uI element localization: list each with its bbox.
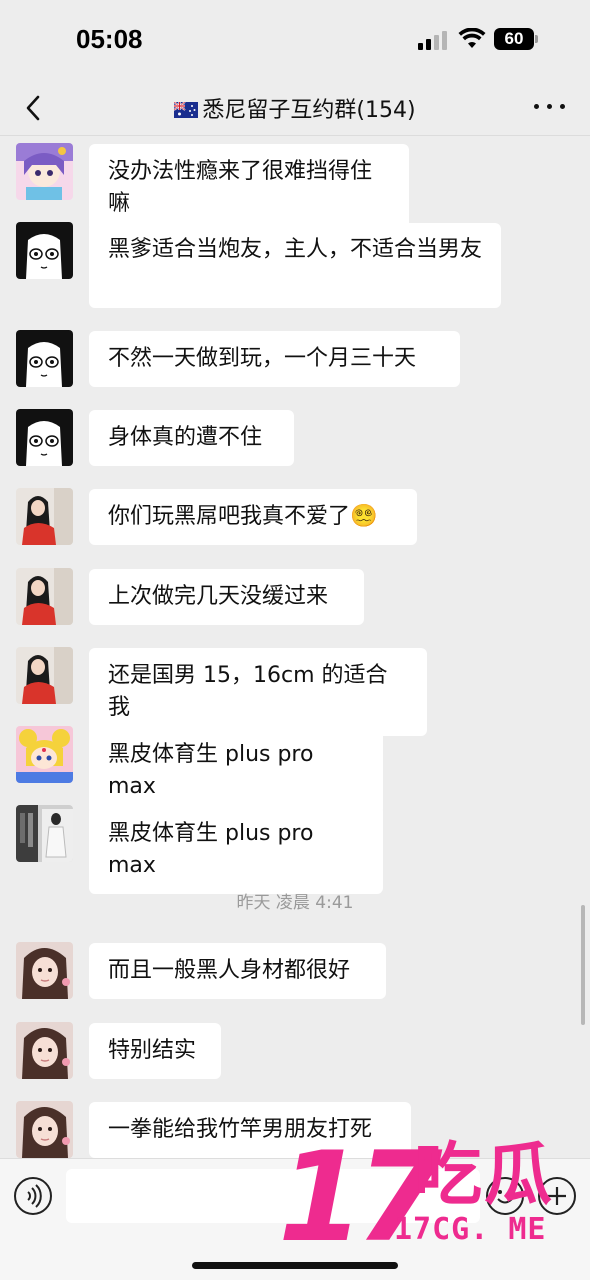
selfie-girl-avatar[interactable] bbox=[16, 942, 73, 999]
message-bubble[interactable]: 特别结实 bbox=[89, 1023, 221, 1079]
message-bubble[interactable]: 黑皮体育生 plus pro max bbox=[89, 806, 383, 894]
message-text: 还是国男 15，16cm 的适合我 bbox=[108, 663, 388, 720]
dizzy-face-emoji: 😵‍💫 bbox=[350, 504, 378, 529]
watermark-domain: 17CG. ME bbox=[394, 1212, 547, 1247]
sailor-moon-avatar[interactable] bbox=[16, 726, 73, 783]
selfie-girl-avatar[interactable] bbox=[16, 1101, 73, 1158]
anime-purple-hair-avatar[interactable] bbox=[16, 143, 73, 200]
message-text: 而且一般黑人身材都很好 bbox=[108, 958, 351, 983]
message-bubble[interactable]: 还是国男 15，16cm 的适合我 bbox=[89, 648, 427, 736]
message-text: 黑皮体育生 plus pro max bbox=[108, 742, 314, 799]
message-text: 不然一天做到玩，一个月三十天 bbox=[108, 346, 417, 371]
more-options-icon[interactable] bbox=[532, 94, 568, 118]
message-bubble[interactable]: 黑皮体育生 plus pro max bbox=[89, 727, 383, 815]
battery-tip bbox=[535, 35, 538, 43]
message-text: 黑皮体育生 plus pro max bbox=[108, 821, 314, 878]
chat-title-wrap: 悉尼留子互约群(154) bbox=[0, 92, 590, 124]
voice-input-icon[interactable] bbox=[14, 1177, 52, 1215]
message-bubble[interactable]: 上次做完几天没缓过来 bbox=[89, 569, 364, 625]
message-bubble[interactable]: 黑爹适合当炮友，主人，不适合当男友 bbox=[89, 223, 501, 308]
message-text: 特别结实 bbox=[108, 1038, 197, 1063]
message-text: 黑爹适合当炮友，主人，不适合当男友 bbox=[108, 237, 483, 262]
red-dress-girl-avatar[interactable] bbox=[16, 647, 73, 704]
message-text: 没办法性瘾来了很难挡得住嘛 bbox=[108, 159, 373, 216]
battery-icon: 60 bbox=[494, 28, 534, 50]
status-bar: 05:08 60 bbox=[0, 0, 590, 80]
cellular-signal-icon bbox=[418, 30, 450, 50]
status-time: 05:08 bbox=[76, 24, 143, 54]
watermark-chinese: 吃瓜 bbox=[414, 1136, 555, 1215]
message-text: 上次做完几天没缓过来 bbox=[108, 584, 329, 609]
red-dress-girl-avatar[interactable] bbox=[16, 568, 73, 625]
message-bubble[interactable]: 而且一般黑人身材都很好 bbox=[89, 943, 386, 999]
red-dress-girl-avatar[interactable] bbox=[16, 488, 73, 545]
photo-wardrobe-avatar[interactable] bbox=[16, 805, 73, 862]
chat-title: 悉尼留子互约群(154) bbox=[202, 98, 416, 123]
message-bubble[interactable]: 身体真的遭不住 bbox=[89, 410, 294, 466]
nav-bar: 悉尼留子互约群(154) bbox=[0, 80, 590, 136]
time-separator: 昨天 凌晨 4:41 bbox=[236, 893, 354, 913]
manga-girl-avatar[interactable] bbox=[16, 409, 73, 466]
manga-girl-avatar[interactable] bbox=[16, 330, 73, 387]
scrollbar[interactable] bbox=[581, 905, 585, 1025]
manga-girl-avatar[interactable] bbox=[16, 222, 73, 279]
selfie-girl-avatar[interactable] bbox=[16, 1022, 73, 1079]
message-text: 身体真的遭不住 bbox=[108, 425, 263, 450]
message-bubble[interactable]: 不然一天做到玩，一个月三十天 bbox=[89, 331, 460, 387]
message-bubble[interactable]: 你们玩黑屌吧我真不爱了😵‍💫 bbox=[89, 489, 417, 545]
wifi-icon bbox=[458, 28, 486, 48]
australia-flag-icon bbox=[174, 102, 199, 118]
message-bubble[interactable]: 没办法性瘾来了很难挡得住嘛 bbox=[89, 144, 409, 232]
message-text: 你们玩黑屌吧我真不爱了 bbox=[108, 504, 351, 529]
